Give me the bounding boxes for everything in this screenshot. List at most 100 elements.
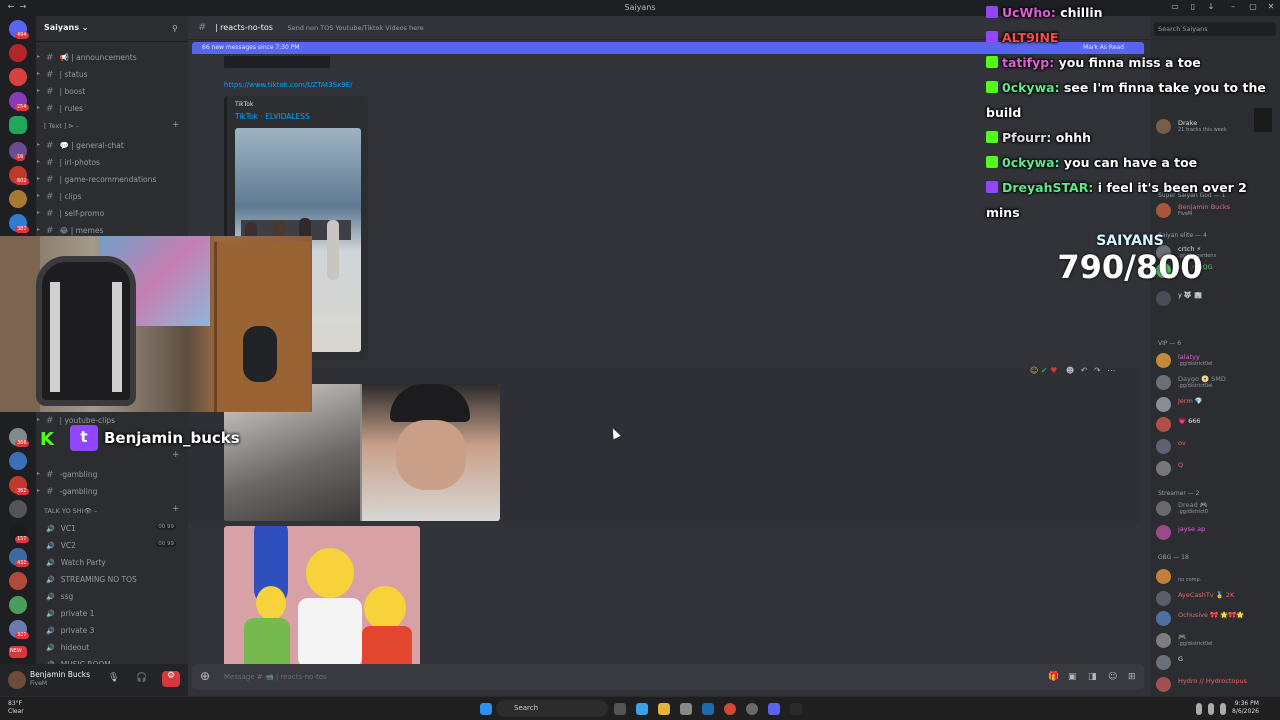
terminal-icon[interactable] — [790, 703, 802, 715]
member-item[interactable]: 🎮 .gg/district0el — [1156, 632, 1276, 650]
channel-item[interactable]: ▸ # -gambling — [37, 467, 184, 482]
server-icon[interactable] — [9, 572, 27, 590]
server-icon[interactable]: 16 — [9, 142, 27, 161]
copilot-icon[interactable] — [636, 703, 648, 715]
channel-item[interactable]: 🔊 STREAMING NO TOS — [40, 572, 184, 587]
discord-icon[interactable] — [768, 703, 780, 715]
channel-item[interactable]: ▸ # 💬 | general-chat — [37, 138, 184, 153]
channel-item[interactable]: 🔊 VC2 00 99 — [40, 538, 184, 553]
battery-icon[interactable] — [1220, 703, 1226, 715]
channel-item[interactable]: 🔊 Watch Party — [40, 555, 184, 570]
server-icon[interactable] — [9, 44, 27, 62]
mic-icon[interactable]: 🎙 — [108, 673, 119, 683]
server-icon[interactable]: 157 — [9, 524, 29, 543]
member-item[interactable]: Hydro // Hydroctopus — [1156, 676, 1276, 694]
steam-icon[interactable] — [702, 703, 714, 715]
add-reaction-icon[interactable]: ☻ — [1066, 366, 1074, 375]
settings-icon[interactable] — [680, 703, 692, 715]
task-view-icon[interactable] — [614, 703, 626, 715]
server-icon[interactable] — [9, 596, 27, 614]
avatar[interactable] — [8, 671, 26, 689]
add-friend-icon[interactable]: ⚲ — [172, 24, 178, 33]
text-category[interactable]: [ Text ] ⊳ – — [44, 122, 79, 130]
server-icon[interactable]: 602 — [9, 166, 29, 185]
channel-item[interactable]: ▸ # | status — [37, 67, 184, 82]
weather-widget[interactable]: 83°F Clear — [8, 700, 24, 716]
server-icon[interactable]: 366 — [9, 428, 29, 447]
channel-topic[interactable]: Send non TOS Youtube/Tiktok Videos here — [287, 24, 423, 32]
channel-item[interactable]: ▸ # | rules — [37, 101, 184, 116]
apps-icon[interactable]: ⊞ — [1128, 672, 1136, 682]
channel-item[interactable]: 🔊 private 3 — [40, 623, 184, 638]
channel-item[interactable]: 🔊 hideout — [40, 640, 184, 655]
voice-category[interactable]: TALK YO SHI👁 – — [44, 507, 97, 515]
channel-item[interactable]: ▸ # 📢 | announcements — [37, 50, 184, 65]
server-icon[interactable]: 327 — [9, 620, 29, 639]
server-icon[interactable]: 494 — [9, 20, 29, 39]
member-item[interactable]: Dread 🎮 .gg/district0 — [1156, 500, 1276, 518]
channel-item[interactable]: 🔊 ssg — [40, 589, 184, 604]
previous-media[interactable] — [224, 56, 330, 68]
member-item[interactable]: AyeCashTv 🏅 2K — [1156, 590, 1276, 608]
member-item[interactable]: no comp. — [1156, 568, 1276, 586]
headphones-icon[interactable]: 🎧 — [136, 673, 147, 683]
server-icon[interactable] — [9, 190, 27, 208]
file-explorer-icon[interactable] — [658, 703, 670, 715]
chrome-icon[interactable] — [724, 703, 736, 715]
member-item[interactable]: Ochusive 🎀 🌟🎀🌟 — [1156, 610, 1276, 628]
guild-header[interactable]: Saiyans ⌄ — [36, 16, 188, 42]
member-item[interactable]: jayse ap — [1156, 524, 1276, 542]
member-item[interactable]: y 🐺 🏢 — [1156, 290, 1276, 308]
member-item[interactable]: lalatyy .gg/district0el — [1156, 352, 1276, 370]
heart-react-icon[interactable]: ♥ — [1050, 366, 1057, 375]
server-icon[interactable]: 387 — [9, 214, 29, 233]
member-item[interactable]: 💗 666 — [1156, 416, 1276, 434]
channel-item[interactable]: ▸ # | youtube-clips — [37, 413, 184, 428]
more-icon[interactable]: ⋯ — [1107, 366, 1115, 375]
emoji-icon[interactable]: ☺ — [1108, 672, 1117, 682]
channel-item[interactable]: ▸ # -gambling — [37, 484, 184, 499]
reply-icon[interactable]: ↶ — [1081, 366, 1088, 375]
channel-item[interactable]: 🔊 private 1 — [40, 606, 184, 621]
server-icon[interactable] — [9, 116, 27, 134]
sticker-icon[interactable]: ◨ — [1088, 672, 1097, 682]
forward-icon[interactable]: ↷ — [1094, 366, 1101, 375]
volume-icon[interactable] — [1208, 703, 1214, 715]
member-item[interactable]: Q — [1156, 460, 1276, 478]
add-channel-icon[interactable]: + — [172, 504, 180, 514]
gif-icon[interactable]: ▣ — [1068, 672, 1077, 682]
image-attachment[interactable] — [224, 526, 420, 666]
goal-label: SAIYANS — [1096, 233, 1164, 249]
channel-item[interactable]: 🔊 VC1 00 99 — [40, 521, 184, 536]
channel-item[interactable]: ▸ # | game-recommendations — [37, 172, 184, 187]
server-icon[interactable]: 432 — [9, 548, 29, 567]
check-react-icon[interactable]: ✔ — [1041, 366, 1048, 375]
server-icon[interactable]: 254 — [9, 92, 29, 111]
channel-item[interactable]: ▸ # | self-promo — [37, 206, 184, 221]
start-icon[interactable] — [480, 703, 492, 715]
taskbar-search[interactable]: Search — [496, 700, 608, 717]
server-icon[interactable] — [9, 452, 27, 470]
server-icon[interactable] — [9, 68, 27, 86]
add-attachment-icon[interactable]: ⊕ — [200, 669, 210, 683]
member-item[interactable]: G — [1156, 654, 1276, 672]
channel-item[interactable]: ▸ # | boost — [37, 84, 184, 99]
server-icon[interactable] — [9, 500, 27, 518]
wifi-icon[interactable] — [1196, 703, 1202, 715]
member-item[interactable]: Jerm 💎 — [1156, 396, 1276, 414]
member-item[interactable]: Daygo 📀 SMD .gg/district0el — [1156, 374, 1276, 392]
add-channel-icon[interactable]: + — [172, 450, 180, 460]
add-channel-icon[interactable]: + — [172, 120, 180, 130]
channel-item[interactable]: ▸ # | irl-photos — [37, 155, 184, 170]
embed-title[interactable]: TikTok · ELVIDALESS — [235, 112, 310, 121]
message-composer[interactable]: ⊕ Message # 📹 | reacts-no-tos 🎁 ▣ ◨ ☺ ⊞ — [192, 664, 1144, 690]
emoji-react-icon[interactable]: ☺ — [1030, 366, 1038, 375]
obs-icon[interactable] — [746, 703, 758, 715]
member-item[interactable]: ov — [1156, 438, 1276, 456]
gift-icon[interactable]: 🎁 — [1048, 672, 1059, 682]
tiktok-link[interactable]: https://www.tiktok.com/t/ZTAt3Sx9E/ — [224, 81, 353, 89]
server-icon[interactable]: 362 — [9, 476, 29, 495]
channel-item[interactable]: ▸ # | clips — [37, 189, 184, 204]
gear-icon[interactable]: ⚙ — [162, 671, 180, 687]
clock[interactable]: 9:36 PM 8/6/2026 — [1232, 700, 1259, 716]
